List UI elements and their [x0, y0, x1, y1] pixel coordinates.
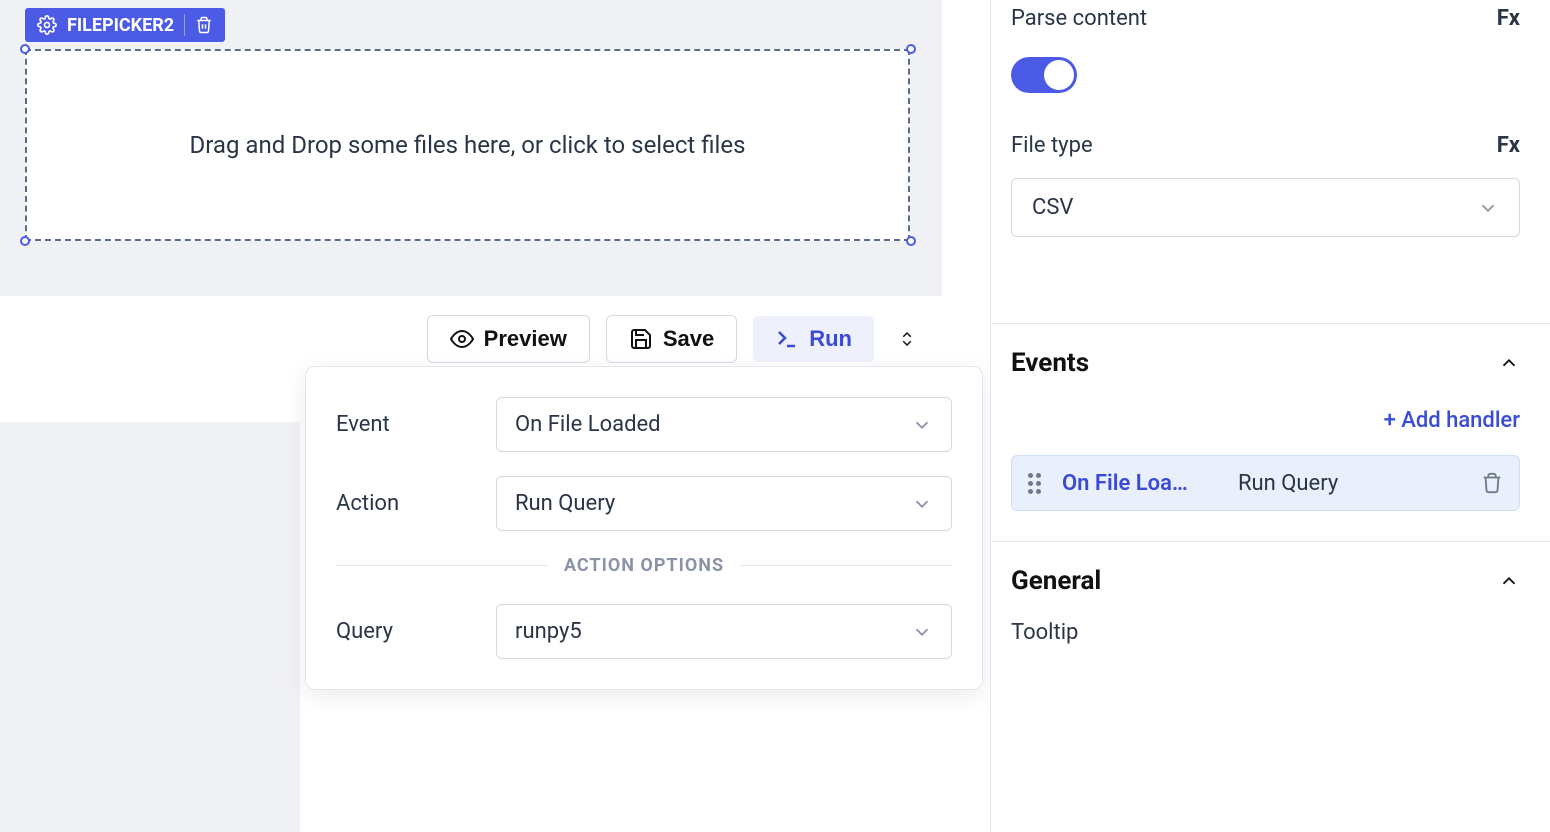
run-label: Run — [809, 326, 852, 352]
handler-event-name: On File Loa… — [1062, 471, 1222, 496]
events-section-header[interactable]: Events — [1011, 324, 1520, 402]
handler-action-name: Run Query — [1238, 471, 1465, 496]
parse-content-label: Parse content — [1011, 6, 1147, 31]
action-options-heading: ACTION OPTIONS — [548, 555, 740, 576]
chevron-down-icon — [911, 414, 933, 436]
gear-icon[interactable] — [37, 15, 57, 35]
save-label: Save — [663, 326, 714, 352]
canvas-area: FILEPICKER2 Drag and Drop some files her… — [0, 0, 942, 296]
drag-handle-icon[interactable] — [1028, 470, 1046, 496]
chevron-down-icon — [911, 621, 933, 643]
query-select[interactable]: runpy5 — [496, 604, 952, 659]
widget-selection-toolbar[interactable]: FILEPICKER2 — [25, 8, 225, 42]
fx-button[interactable]: Fx — [1497, 6, 1520, 31]
resize-handle[interactable] — [906, 236, 916, 246]
collapse-button[interactable] — [890, 322, 924, 356]
tooltip-label: Tooltip — [1011, 620, 1078, 645]
trash-icon[interactable] — [195, 16, 213, 34]
action-select-value: Run Query — [515, 491, 615, 516]
dropzone-text: Drag and Drop some files here, or click … — [190, 131, 746, 159]
general-section-header[interactable]: General — [1011, 542, 1520, 620]
resize-handle[interactable] — [906, 44, 916, 54]
action-select[interactable]: Run Query — [496, 476, 952, 531]
resize-handle[interactable] — [20, 236, 30, 246]
action-options-divider: ACTION OPTIONS — [336, 555, 952, 576]
widget-name-label: FILEPICKER2 — [67, 15, 174, 36]
action-field-label: Action — [336, 491, 496, 516]
query-field-label: Query — [336, 619, 496, 644]
event-field-label: Event — [336, 412, 496, 437]
general-section-title: General — [1011, 566, 1101, 596]
event-select-value: On File Loaded — [515, 412, 661, 437]
events-section-title: Events — [1011, 348, 1089, 378]
chevron-up-icon — [1498, 570, 1520, 592]
chevron-down-icon — [1477, 197, 1499, 219]
toggle-knob — [1044, 60, 1074, 90]
trash-icon[interactable] — [1481, 472, 1503, 494]
terminal-icon — [775, 327, 799, 351]
event-handler-popover: Event On File Loaded Action Run Query AC… — [305, 366, 983, 690]
chevron-down-icon — [911, 493, 933, 515]
properties-panel: Parse content Fx File type Fx CSV Events… — [990, 0, 1550, 832]
file-type-select[interactable]: CSV — [1011, 178, 1520, 237]
save-icon — [629, 327, 653, 351]
file-type-value: CSV — [1032, 195, 1073, 220]
add-handler-button[interactable]: + Add handler — [1011, 402, 1520, 455]
preview-button[interactable]: Preview — [427, 315, 590, 363]
save-button[interactable]: Save — [606, 315, 737, 363]
toolbar-divider — [184, 14, 185, 36]
fx-button[interactable]: Fx — [1497, 133, 1520, 158]
run-button[interactable]: Run — [753, 316, 874, 362]
chevron-up-icon — [1498, 352, 1520, 374]
file-type-label: File type — [1011, 133, 1093, 158]
resize-handle[interactable] — [20, 44, 30, 54]
preview-label: Preview — [484, 326, 567, 352]
query-select-value: runpy5 — [515, 619, 582, 644]
event-handler-row[interactable]: On File Loa… Run Query — [1011, 455, 1520, 511]
chevrons-vertical-icon — [898, 330, 916, 348]
event-select[interactable]: On File Loaded — [496, 397, 952, 452]
eye-icon — [450, 327, 474, 351]
filepicker-dropzone[interactable]: Drag and Drop some files here, or click … — [25, 49, 910, 241]
canvas-background — [0, 382, 300, 832]
parse-content-toggle[interactable] — [1011, 57, 1077, 93]
